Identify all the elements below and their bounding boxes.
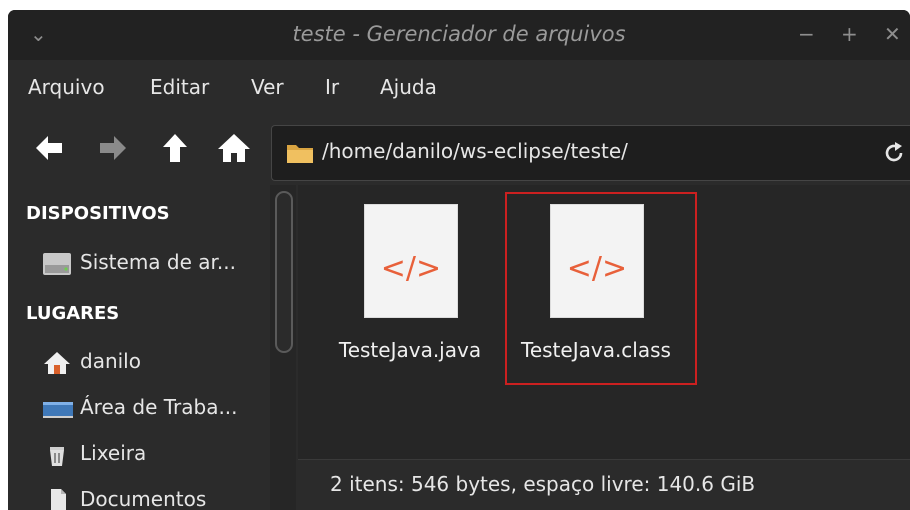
devices-header: DISPOSITIVOS [26,203,170,224]
folder-icon [287,145,313,163]
status-bar: 2 itens: 546 bytes, espaço livre: 140.6 … [298,459,910,510]
title-bar: ⌄ teste - Gerenciador de arquivos − + ✕ [8,10,910,60]
desktop-icon [43,402,73,418]
file-name: TesteJava.java [338,338,482,362]
arrow-left-icon[interactable] [32,131,66,165]
menu-bar: Arquivo Editar Ver Ir Ajuda [8,60,910,120]
sidebar: DISPOSITIVOS Sistema de ar... LUGARES da… [8,185,270,510]
sidebar-scroll-thumb[interactable] [275,191,293,353]
menu-ajuda[interactable]: Ajuda [380,75,437,99]
file-item[interactable]: </> TesteJava.java [320,185,500,365]
arrow-right-icon[interactable] [96,131,130,165]
drive-icon [43,253,71,275]
location-bar[interactable]: /home/danilo/ws-eclipse/teste/ [271,125,910,181]
reload-icon[interactable] [882,141,906,165]
minimize-button[interactable]: − [798,24,815,44]
menu-ir[interactable]: Ir [325,75,339,99]
status-text: 2 itens: 546 bytes, espaço livre: 140.6 … [330,472,756,496]
code-file-icon: </> [364,204,458,318]
home-icon [44,352,70,374]
code-glyph: </> [380,251,442,286]
highlight-box [505,192,697,385]
toolbar: /home/danilo/ws-eclipse/teste/ [8,120,910,185]
places-header: LUGARES [26,303,120,324]
document-icon [51,489,66,510]
sidebar-item-label: Sistema de ar... [80,250,236,274]
arrow-up-icon[interactable] [158,131,192,165]
menu-editar[interactable]: Editar [150,75,209,99]
sidebar-item-label: danilo [80,349,141,373]
trash-icon [50,447,64,466]
maximize-button[interactable]: + [841,24,858,44]
home-icon[interactable] [216,131,252,165]
file-manager-window: ⌄ teste - Gerenciador de arquivos − + ✕ … [8,10,910,510]
menu-arquivo[interactable]: Arquivo [28,75,105,99]
location-path[interactable]: /home/danilo/ws-eclipse/teste/ [322,139,628,163]
sidebar-item-label: Área de Traba... [80,395,238,419]
window-title: teste - Gerenciador de arquivos [292,22,626,46]
sidebar-item-label: Lixeira [80,441,147,465]
close-button[interactable]: ✕ [884,24,901,44]
sidebar-item-label: Documentos [80,487,207,510]
menu-ver[interactable]: Ver [251,75,284,99]
